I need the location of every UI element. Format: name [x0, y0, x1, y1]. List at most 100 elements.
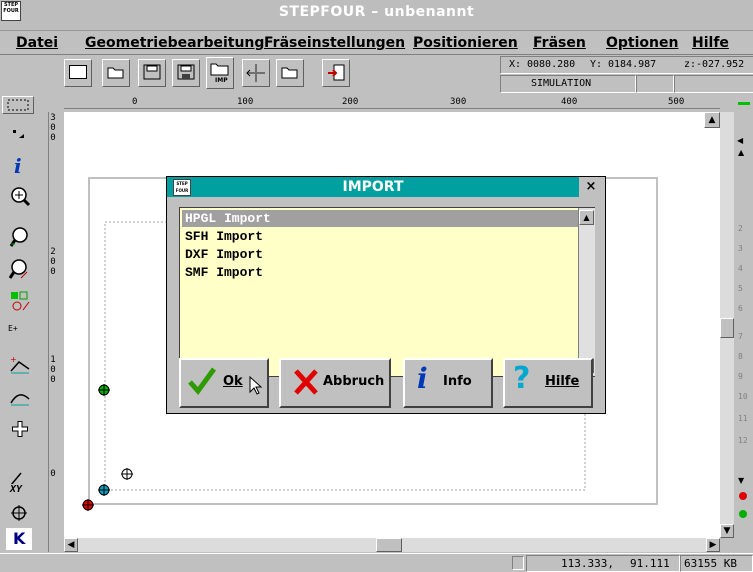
help-question-icon: ?	[513, 361, 531, 396]
scroll-right-arrow[interactable]: ▶	[706, 538, 720, 552]
point-button[interactable]	[6, 120, 32, 146]
status-indicator	[512, 556, 524, 570]
list-item-smf[interactable]: SMF Import	[182, 264, 579, 281]
zoom-in-button[interactable]	[6, 182, 32, 208]
cancel-x-icon	[294, 369, 318, 395]
move-tool-icon	[12, 421, 28, 437]
right-panel-label-8[interactable]: 8	[738, 352, 743, 361]
dialog-title-bar[interactable]: STEP FOUR IMPORT	[167, 177, 579, 197]
export-button[interactable]	[242, 59, 270, 87]
new-file-icon	[69, 65, 87, 79]
info-button[interactable]: i Info	[403, 358, 493, 408]
menu-bar: Datei Geometriebearbeitung Fräseinstellu…	[0, 32, 753, 55]
right-panel-label-11[interactable]: 11	[738, 414, 748, 423]
right-panel-label-5[interactable]: 5	[738, 284, 743, 293]
list-item-sfh[interactable]: SFH Import	[182, 228, 579, 245]
dialog-title: IMPORT	[342, 179, 404, 195]
k-icon: K	[13, 529, 26, 548]
vertical-scroll-thumb[interactable]	[720, 318, 734, 338]
layer-button[interactable]	[6, 288, 32, 314]
right-panel-arrow-up2[interactable]: ▲	[738, 148, 744, 157]
folder-icon	[281, 67, 298, 79]
cancel-button[interactable]: Abbruch	[279, 358, 391, 408]
right-panel-label-9[interactable]: 9	[738, 372, 743, 381]
status-field-2	[636, 75, 674, 93]
save-as-button[interactable]	[172, 59, 200, 87]
mouse-cursor-icon	[249, 376, 263, 395]
info-tool-icon: i	[14, 154, 22, 178]
new-file-button[interactable]	[64, 59, 92, 87]
right-panel-arrow-down[interactable]: ▼	[738, 476, 744, 485]
import-dialog: STEP FOUR IMPORT × HPGL Import SFH Impor…	[166, 176, 606, 414]
menu-fraesen[interactable]: Fräsen	[533, 35, 586, 51]
status-bar: 113.333, 91.111 63155 KB	[0, 553, 753, 572]
horizontal-scrollbar[interactable]: ◀ ▶	[64, 538, 720, 552]
import-button[interactable]: IMP	[206, 57, 234, 89]
dialog-close-button[interactable]: ×	[581, 179, 601, 195]
crosshair-icon	[11, 505, 27, 521]
ruler-h-label-0: 0	[132, 97, 138, 107]
move-tool-button[interactable]	[6, 416, 32, 442]
right-panel-arrow-up[interactable]: ◀	[737, 136, 743, 145]
scroll-down-arrow[interactable]: ▼	[720, 524, 734, 538]
ruler-v-label-100b: 0	[50, 365, 56, 375]
line-tool-button[interactable]: +	[6, 352, 32, 378]
right-panel-label-2[interactable]: 2	[738, 224, 743, 233]
zoom-all-button[interactable]	[6, 256, 32, 282]
arc-tool-button[interactable]	[6, 384, 32, 410]
horizontal-scroll-thumb[interactable]	[376, 538, 402, 552]
save-button[interactable]	[138, 59, 166, 87]
status-x-value: 113.333,	[561, 557, 614, 570]
list-scroll-up[interactable]: ▲	[579, 210, 594, 225]
open-folder-button[interactable]	[102, 59, 130, 87]
list-scrollbar[interactable]: ▲ ▼	[578, 208, 595, 376]
main-toolbar: IMP 1 2 3 4 X: 0080.280 Y: 0184.987 z: -…	[0, 55, 753, 133]
coord-tool-icon: E+	[8, 324, 18, 333]
coordinate-display: X: 0080.280 Y: 0184.987 z: -027.952	[500, 56, 753, 74]
right-panel-label-10[interactable]: 10	[738, 392, 748, 401]
help-button[interactable]: ? Hilfe	[503, 358, 593, 408]
vertical-scrollbar[interactable]: ▼	[720, 112, 734, 538]
info-tool-button[interactable]: i	[6, 152, 32, 178]
crosshair-button[interactable]	[6, 502, 32, 528]
menu-optionen[interactable]: Optionen	[606, 35, 678, 51]
list-item-dxf[interactable]: DXF Import	[182, 246, 579, 263]
left-toolbar: i E+ + XY K	[0, 96, 38, 556]
exit-button[interactable]	[322, 59, 350, 87]
export-icon	[246, 64, 265, 82]
zoom-window-icon	[9, 227, 28, 247]
coord-tool-button[interactable]: E+	[6, 322, 32, 348]
status-coords-field: 113.333, 91.111	[526, 555, 680, 572]
right-panel-label-12[interactable]: 12	[738, 436, 748, 445]
menu-datei[interactable]: Datei	[16, 35, 58, 51]
right-panel-label-7[interactable]: 7	[738, 332, 743, 341]
menu-fraeseinstellungen[interactable]: Fräseinstellungen	[264, 35, 405, 51]
y-value: 0184.987	[608, 59, 657, 70]
ruler-h-label-100: 100	[237, 97, 254, 107]
right-panel-label-6[interactable]: 6	[738, 304, 743, 313]
select-box-button[interactable]	[2, 96, 34, 114]
select-box-icon	[7, 99, 29, 111]
list-item-hpgl[interactable]: HPGL Import	[182, 210, 579, 227]
folder-button[interactable]	[276, 59, 304, 87]
import-format-list[interactable]: HPGL Import SFH Import DXF Import SMF Im…	[179, 207, 595, 377]
menu-geometriebearbeitung[interactable]: Geometriebearbeitung	[85, 35, 264, 51]
menu-positionieren[interactable]: Positionieren	[413, 35, 518, 51]
right-panel-label-3[interactable]: 3	[738, 244, 743, 253]
svg-text:+: +	[10, 355, 17, 364]
right-panel-red-icon[interactable]	[739, 492, 747, 500]
scroll-up-arrow[interactable]: ▲	[704, 112, 720, 128]
scroll-left-arrow[interactable]: ◀	[64, 538, 78, 552]
right-tool-panel: ◀ ▲ 2 3 4 5 6 7 8 9 10 11 12 ▼	[734, 96, 753, 552]
right-panel-green-icon[interactable]	[739, 510, 747, 518]
menu-hilfe[interactable]: Hilfe	[692, 35, 729, 51]
origin-marker-green	[98, 384, 110, 396]
zoom-window-button[interactable]	[6, 224, 32, 250]
ok-button[interactable]: Ok	[179, 358, 269, 408]
x-value: 0080.280	[527, 59, 576, 70]
right-panel-label-4[interactable]: 4	[738, 264, 743, 273]
k-button[interactable]: K	[6, 528, 32, 550]
title-bar: STEP FOUR STEPFOUR – unbenannt	[0, 0, 753, 31]
save-as-icon	[177, 64, 195, 80]
ruler-v-label-200a: 2	[50, 247, 56, 257]
